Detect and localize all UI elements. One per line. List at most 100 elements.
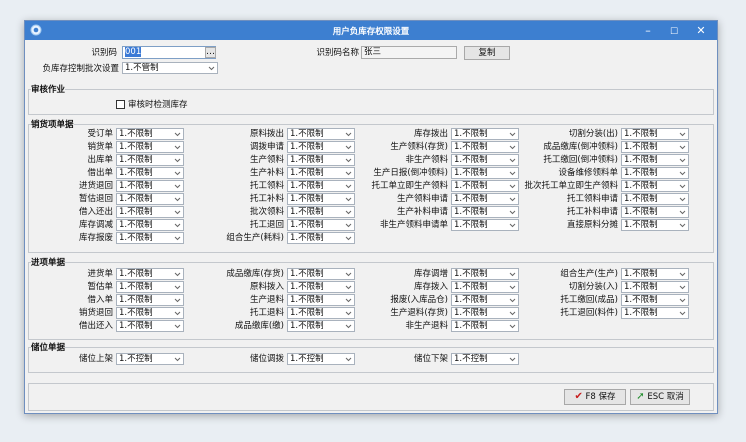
incoming-field-value: 1.不限制 <box>454 282 488 292</box>
audit-check-checkbox[interactable] <box>116 100 125 109</box>
location-field-select[interactable]: 1.不控制 <box>451 353 519 365</box>
sales-field-label: 批次托工单立即生产领料 <box>524 181 618 191</box>
sales-field-value: 1.不限制 <box>290 168 324 178</box>
sales-field-value: 1.不限制 <box>290 181 324 191</box>
code-value: 001 <box>125 47 142 57</box>
minimize-button[interactable]: – <box>634 21 662 40</box>
sales-field-label: 库存报废 <box>78 233 113 243</box>
incoming-field-label: 借出还入 <box>78 321 113 331</box>
sales-field-select[interactable]: 1.不限制 <box>621 128 689 140</box>
sales-field-label: 生产领料申请 <box>396 194 448 204</box>
sales-field-value: 1.不限制 <box>454 142 488 152</box>
sales-field-label: 非生产领料申请单 <box>379 220 448 230</box>
sales-field-value: 1.不限制 <box>119 233 153 243</box>
incoming-field-label: 组合生产(生产) <box>560 269 618 279</box>
incoming-field-label: 生产退料(存货) <box>390 308 448 318</box>
sales-field-value: 1.不限制 <box>119 168 153 178</box>
sales-field-select[interactable]: 1.不限制 <box>621 141 689 153</box>
incoming-field-select[interactable]: 1.不限制 <box>621 281 689 293</box>
incoming-field-select[interactable]: 1.不限制 <box>621 268 689 280</box>
sales-field-value: 1.不限制 <box>624 181 658 191</box>
incoming-section-title: 进项单据 <box>31 258 66 268</box>
incoming-field-value: 1.不限制 <box>290 295 324 305</box>
incoming-field-value: 1.不限制 <box>119 269 153 279</box>
chevron-down-icon <box>679 210 686 215</box>
sales-field-value: 1.不限制 <box>454 207 488 217</box>
chevron-down-icon <box>679 285 686 290</box>
permission-dialog: 用户负库存权限设置 – ☐ ✕ 识别码 001 … 识别码名称 张三 复制 负库… <box>24 20 718 414</box>
location-field-value: 1.不控制 <box>454 354 488 364</box>
sales-field-value: 1.不限制 <box>119 142 153 152</box>
sales-field-label: 切割分装(出) <box>568 129 618 139</box>
sales-field-label: 生产领料(存货) <box>390 142 448 152</box>
ellipsis-icon: … <box>206 47 215 57</box>
incoming-field-value: 1.不限制 <box>454 269 488 279</box>
sales-field-select[interactable]: 1.不限制 <box>287 232 355 244</box>
incoming-field-label: 托工缴回(成品) <box>560 295 618 305</box>
sales-field-value: 1.不限制 <box>624 129 658 139</box>
sales-field-label: 批次领料 <box>249 207 284 217</box>
sales-field-select[interactable]: 1.不限制 <box>621 206 689 218</box>
sales-field-select[interactable]: 1.不限制 <box>621 154 689 166</box>
sales-field-value: 1.不限制 <box>290 155 324 165</box>
sales-field-label: 托工领料申请 <box>566 194 618 204</box>
chevron-down-icon <box>208 66 215 71</box>
location-field-label: 储位调拨 <box>249 354 284 364</box>
incoming-field-select[interactable]: 1.不限制 <box>621 307 689 319</box>
sales-field-value: 1.不限制 <box>290 194 324 204</box>
sales-field-value: 1.不限制 <box>454 220 488 230</box>
incoming-field-label: 非生产退料 <box>405 321 448 331</box>
sales-field-label: 出库单 <box>87 155 113 165</box>
sales-field-select[interactable]: 1.不限制 <box>621 193 689 205</box>
code-name-field[interactable]: 张三 <box>361 46 457 59</box>
sales-field-label: 库存拨出 <box>413 129 448 139</box>
sales-field-label: 托工补料 <box>249 194 284 204</box>
sales-field-label: 原料拨出 <box>249 129 284 139</box>
cancel-label: ESC 取消 <box>647 392 684 402</box>
incoming-field-label: 成品缴库(存货) <box>226 269 284 279</box>
exit-icon: ➚ <box>636 391 645 402</box>
code-name-label: 识别码名称 <box>316 48 359 58</box>
sales-field-value: 1.不限制 <box>454 155 488 165</box>
copy-button[interactable]: 复制 <box>464 46 510 60</box>
sales-field-label: 借出单 <box>87 168 113 178</box>
code-input[interactable]: 001 <box>122 46 216 59</box>
maximize-icon: ☐ <box>669 27 679 37</box>
location-field-label: 储位上架 <box>78 354 113 364</box>
sales-field-label: 成品缴库(倒冲领料) <box>543 142 618 152</box>
code-lookup-button[interactable]: … <box>205 47 216 58</box>
maximize-button[interactable]: ☐ <box>660 21 688 40</box>
sales-field-value: 1.不限制 <box>119 181 153 191</box>
incoming-field-select[interactable]: 1.不限制 <box>621 294 689 306</box>
sales-field-label: 生产补料 <box>249 168 284 178</box>
close-button[interactable]: ✕ <box>687 21 715 40</box>
sales-field-select[interactable]: 1.不限制 <box>621 219 689 231</box>
chevron-down-icon <box>679 197 686 202</box>
sales-field-label: 非生产领料 <box>405 155 448 165</box>
incoming-field-value: 1.不限制 <box>119 282 153 292</box>
sales-field-select[interactable]: 1.不限制 <box>621 180 689 192</box>
save-label: F8 保存 <box>585 392 616 402</box>
incoming-field-label: 库存拨入 <box>413 282 448 292</box>
incoming-field-label: 托工退回(料件) <box>560 308 618 318</box>
sales-field-label: 组合生产(耗料) <box>226 233 284 243</box>
sales-field-label: 生产领料 <box>249 155 284 165</box>
sales-field-select[interactable]: 1.不限制 <box>621 167 689 179</box>
incoming-field-value: 1.不限制 <box>454 295 488 305</box>
sales-field-value: 1.不限制 <box>119 129 153 139</box>
chevron-down-icon <box>679 298 686 303</box>
cancel-button[interactable]: ➚ ESC 取消 <box>630 389 690 405</box>
sales-field-label: 生产补料申请 <box>396 207 448 217</box>
audit-check-label: 审核时检测库存 <box>128 100 188 110</box>
chevron-down-icon <box>679 158 686 163</box>
batch-setting-select[interactable]: 1.不管制 <box>122 62 218 74</box>
incoming-field-value: 1.不限制 <box>290 308 324 318</box>
incoming-field-value: 1.不限制 <box>624 282 658 292</box>
title-bar: 用户负库存权限设置 – ☐ ✕ <box>25 21 717 40</box>
batch-setting-label: 负库存控制批次设置 <box>42 64 119 74</box>
sales-field-label: 库存调减 <box>78 220 113 230</box>
incoming-field-select[interactable]: 1.不限制 <box>451 320 519 332</box>
save-button[interactable]: ✔ F8 保存 <box>564 389 626 405</box>
incoming-field-value: 1.不限制 <box>624 269 658 279</box>
incoming-field-label: 生产退料 <box>249 295 284 305</box>
